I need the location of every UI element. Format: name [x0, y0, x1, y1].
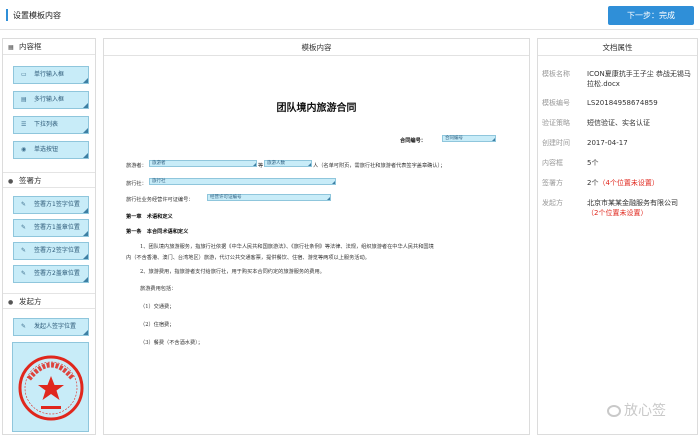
- pen-icon: ✎: [21, 201, 27, 208]
- text-field-icon: ▭: [21, 71, 27, 78]
- top-bar: 设置模板内容 下一步：完成: [0, 0, 700, 30]
- signer2-signature-tool[interactable]: ✎ 签署方2签字位置: [13, 242, 89, 260]
- grid-icon: ▦: [8, 44, 14, 51]
- pen-icon: ✎: [21, 323, 27, 330]
- chapter-1: 第一章 术语和定义: [126, 214, 173, 220]
- signers-unset-warning: （4个位置未设置）: [598, 179, 659, 187]
- contract-no-field[interactable]: 合同编号: [442, 135, 496, 142]
- license-label: 旅行社业务经营许可证编号：: [126, 197, 194, 203]
- article-1: 第一条 本合同术语和定义: [126, 229, 189, 235]
- paragraph-6: （3）餐费（不含酒水费）；: [140, 340, 203, 346]
- document-canvas[interactable]: 团队境内旅游合同 合同编号： 合同编号 旅游者： 旅游者 等 旅游人数 人（名单…: [104, 57, 529, 435]
- agency-label: 旅行社：: [126, 181, 147, 187]
- template-content-panel: 模板内容 团队境内旅游合同 合同编号： 合同编号 旅游者： 旅游者 等 旅游人数…: [103, 38, 530, 435]
- single-line-input-tool[interactable]: ▭ 单行输入框: [13, 66, 89, 84]
- prop-initiator: 发起方 北京市某某金融服务有限公司 （2个位置未设置）: [542, 199, 678, 217]
- weibo-icon: [607, 405, 621, 417]
- tourist-count-field[interactable]: 旅游人数: [264, 160, 312, 167]
- signer1-seal-tool[interactable]: ✎ 签署方1盖章位置: [13, 219, 89, 237]
- prop-created-time: 创建时间 2017-04-17: [542, 139, 628, 147]
- tourist-field[interactable]: 旅游者: [149, 160, 257, 167]
- page-title: 设置模板内容: [13, 11, 61, 20]
- contract-no-label: 合同编号：: [400, 138, 426, 144]
- section-signers: ● 签署方: [3, 172, 95, 188]
- document-properties-panel: 文档属性 模板名称 ICON夏康抗手王子尘 恭战无锡马拉松.docx 模板编号 LS…: [537, 38, 698, 435]
- tourist-label: 旅游者：: [126, 163, 147, 169]
- panel-title: 模板内容: [104, 39, 529, 56]
- document-heading: 团队境内旅游合同: [276, 103, 357, 114]
- paragraph-3: 旅游费用包括：: [140, 286, 177, 292]
- textarea-icon: ▤: [21, 96, 27, 103]
- initiator-unset-warning: （2个位置未设置）: [587, 209, 648, 217]
- user-icon: ●: [8, 299, 14, 306]
- radio-icon: ◉: [21, 146, 27, 153]
- paragraph-1-cont: 内（不含香港、澳门、台湾地区）旅游，代订公共交通客票，提供餐饮、住宿、游览等两项…: [126, 255, 370, 261]
- license-field[interactable]: 经营许可证编号: [207, 194, 331, 201]
- dropdown-list-tool[interactable]: ☰ 下拉列表: [13, 116, 89, 134]
- agency-field[interactable]: 旅行社: [149, 178, 336, 185]
- next-step-button[interactable]: 下一步：完成: [608, 6, 694, 25]
- title-accent-bar: [6, 9, 8, 21]
- pen-icon: ✎: [21, 247, 27, 254]
- prop-template-id: 模板编号 LS20184958674859: [542, 99, 658, 107]
- company-seal[interactable]: [12, 342, 89, 432]
- section-initiator: ● 发起方: [3, 293, 95, 309]
- section-content-boxes: ▦ 内容框: [3, 39, 95, 55]
- tourist-note: 人（名单可附页，需旅行社和旅游者代表签字盖章确认）；: [313, 163, 446, 169]
- tourist-conj: 等: [258, 163, 264, 169]
- list-icon: ☰: [21, 121, 27, 128]
- multi-line-input-tool[interactable]: ▤ 多行输入框: [13, 91, 89, 109]
- stamp-icon: ✎: [21, 270, 27, 277]
- prop-signers: 签署方 2个（4个位置未设置）: [542, 179, 659, 187]
- initiator-signature-tool[interactable]: ✎ 发起人签字位置: [13, 318, 89, 336]
- paragraph-4: （1）交通费；: [140, 304, 175, 310]
- paragraph-5: （2）住宿费；: [140, 322, 175, 328]
- radio-button-tool[interactable]: ◉ 单选按钮: [13, 141, 89, 159]
- user-icon: ●: [8, 178, 14, 185]
- prop-content-boxes: 内容框 5个: [542, 159, 599, 167]
- stamp-icon: ✎: [21, 224, 27, 231]
- seal-stamp-image: [18, 355, 84, 421]
- paragraph-1: 1、团队境内旅游服务，指旅行社依据《中华人民共和国旅游法》、《旅行社条例》等法律…: [140, 244, 434, 250]
- panel-title: 文档属性: [538, 39, 697, 56]
- signer1-signature-tool[interactable]: ✎ 签署方1签字位置: [13, 196, 89, 214]
- signer2-seal-tool[interactable]: ✎ 签署方2盖章位置: [13, 265, 89, 283]
- paragraph-2: 2、旅游费用，指旅游者支付给旅行社，用于购买本合同约定的旅游服务的费用。: [140, 269, 325, 275]
- prop-template-name: 模板名称 ICON夏康抗手王子尘 恭战无锡马拉松.docx: [542, 70, 691, 88]
- tools-panel: ▦ 内容框 ▭ 单行输入框 ▤ 多行输入框 ☰ 下拉列表 ◉ 单选按钮 ● 签署方 ✎ 签署方…: [2, 38, 96, 435]
- prop-verify-strategy: 验证策略 短信验证、实名认证: [542, 119, 650, 127]
- watermark: 放心签: [607, 400, 666, 420]
